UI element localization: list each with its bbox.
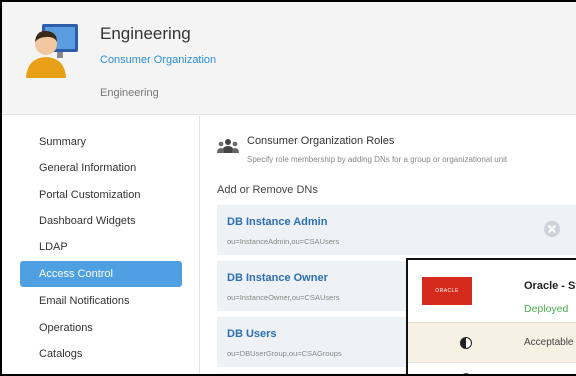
status-badge: Deployed — [524, 303, 569, 315]
sidebar-item-dashboard-widgets[interactable]: Dashboard Widgets — [20, 208, 182, 234]
oracle-logo: ORACLE — [422, 277, 472, 305]
popup-title[interactable]: Oracle - Sta — [524, 280, 576, 292]
add-remove-dns-label: Add or Remove DNs — [217, 184, 318, 196]
app-frame: Engineering Consumer Organization Engine… — [2, 2, 576, 374]
circle-icon — [460, 373, 472, 374]
dn-path: ou=InstanceOwner,ou=CSAUsers — [227, 293, 340, 302]
sidebar-nav: Summary General Information Portal Custo… — [2, 116, 200, 374]
close-circle-icon[interactable] — [544, 221, 560, 237]
dn-path: ou=InstanceAdmin,ou=CSAUsers — [227, 237, 340, 246]
dn-card-db-instance-admin: DB Instance Admin ou=InstanceAdmin,ou=CS… — [217, 205, 576, 255]
sidebar-item-general-information[interactable]: General Information — [20, 155, 182, 181]
sidebar-item-email-notifications[interactable]: Email Notifications — [20, 288, 182, 314]
popup-header: ORACLE Oracle - Sta Deployed — [408, 260, 576, 322]
sidebar-item-operations[interactable]: Operations — [20, 315, 182, 341]
popup-row-partial — [408, 362, 576, 374]
popup-row-acceptable: Acceptable — [408, 322, 576, 362]
sidebar-item-catalogs[interactable]: Catalogs — [20, 341, 182, 367]
dn-name[interactable]: DB Users — [227, 328, 277, 340]
roles-description: Specify role membership by adding DNs fo… — [247, 155, 508, 164]
org-subtitle: Engineering — [100, 87, 159, 99]
sidebar-item-summary[interactable]: Summary — [20, 129, 182, 155]
sidebar-item-portal-customization[interactable]: Portal Customization — [20, 182, 182, 208]
dn-name[interactable]: DB Instance Admin — [227, 216, 327, 228]
oracle-service-popup: ORACLE Oracle - Sta Deployed Acceptable — [406, 258, 576, 374]
user-avatar-icon — [26, 24, 78, 78]
org-type-link[interactable]: Consumer Organization — [100, 54, 216, 66]
org-title: Engineering — [100, 24, 191, 43]
org-header: Engineering Consumer Organization Engine… — [2, 2, 576, 115]
group-users-icon — [217, 139, 239, 153]
popup-row-label: Acceptable — [524, 337, 574, 348]
sidebar-item-access-control[interactable]: Access Control — [20, 261, 182, 287]
dn-name[interactable]: DB Instance Owner — [227, 272, 328, 284]
roles-title: Consumer Organization Roles — [247, 135, 395, 147]
sidebar-item-ldap[interactable]: LDAP — [20, 234, 182, 260]
half-circle-icon — [460, 337, 472, 349]
dn-path: ou=DBUserGroup,ou=CSAGroups — [227, 349, 342, 358]
